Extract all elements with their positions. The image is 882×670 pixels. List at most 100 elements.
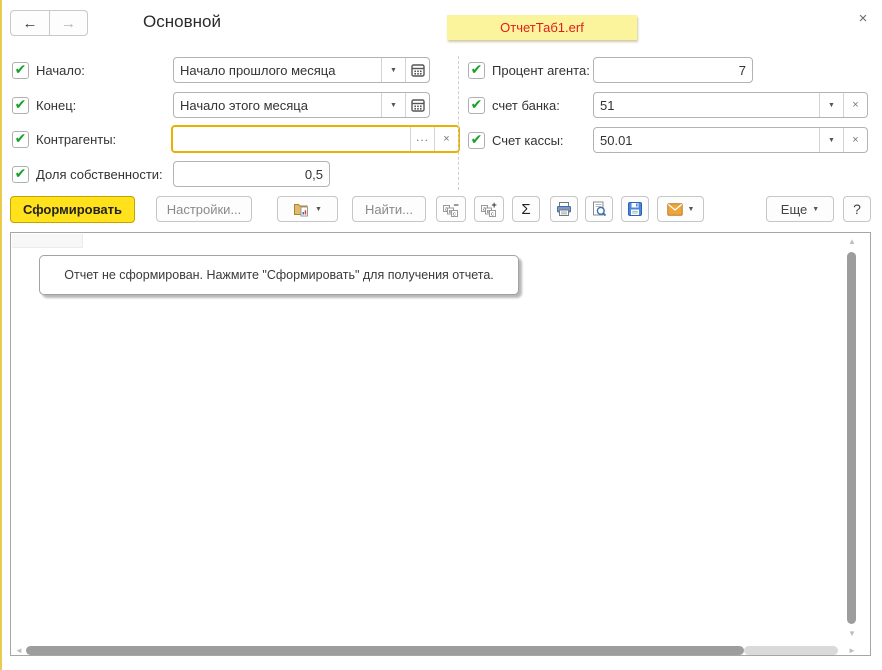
field-agent-percent-label-row: ✔ Процент агента: <box>468 57 590 83</box>
ownership-label: Доля собственности: <box>36 167 163 182</box>
send-email-button[interactable]: ▼ <box>657 196 704 222</box>
preview-button[interactable] <box>585 196 613 222</box>
settings-button[interactable]: Настройки... <box>156 196 252 222</box>
find-button[interactable]: Найти... <box>352 196 426 222</box>
expand-groups-button[interactable]: авс+ <box>474 196 504 222</box>
horizontal-scrollbar-thumb[interactable] <box>26 646 744 655</box>
clear-icon: × <box>852 99 858 111</box>
end-dropdown-button[interactable]: ▼ <box>381 93 405 117</box>
check-icon: ✔ <box>15 97 27 111</box>
save-button[interactable] <box>621 196 649 222</box>
end-label: Конец: <box>36 98 76 113</box>
ownership-input[interactable] <box>174 162 329 186</box>
counterparties-input[interactable] <box>173 127 410 151</box>
end-checkbox[interactable]: ✔ <box>12 97 29 114</box>
cash-account-dropdown-button[interactable]: ▼ <box>819 128 843 152</box>
field-start-label-row: ✔ Начало: <box>12 57 85 83</box>
check-icon: ✔ <box>471 97 483 111</box>
end-period-input[interactable] <box>174 93 381 117</box>
bank-account-dropdown-button[interactable]: ▼ <box>819 93 843 117</box>
chevron-down-icon: ▼ <box>390 67 397 74</box>
agent-percent-label: Процент агента: <box>492 63 590 78</box>
counterparties-checkbox[interactable]: ✔ <box>12 131 29 148</box>
check-icon: ✔ <box>471 132 483 146</box>
report-window: ← → Основной ОтчетТаб1.erf × ✔ Начало: ▼… <box>0 0 882 670</box>
close-icon: × <box>859 10 868 27</box>
field-bank-account-label-row: ✔ счет банка: <box>468 92 560 118</box>
sigma-icon: Σ <box>521 201 530 218</box>
report-empty-message: Отчет не сформирован. Нажмите "Сформиров… <box>39 255 519 295</box>
scroll-down-arrow-icon[interactable]: ▼ <box>848 630 856 638</box>
check-icon: ✔ <box>471 62 483 76</box>
more-label: Еще <box>781 202 807 217</box>
check-icon: ✔ <box>15 166 27 180</box>
scroll-right-arrow-icon[interactable]: ► <box>848 647 856 655</box>
back-button[interactable]: ← <box>10 10 49 36</box>
counterparties-label: Контрагенты: <box>36 132 116 147</box>
vertical-scrollbar-thumb[interactable] <box>847 252 856 624</box>
svg-text:+: + <box>492 201 497 210</box>
ownership-field <box>173 161 330 187</box>
report-empty-message-text: Отчет не сформирован. Нажмите "Сформиров… <box>64 268 494 282</box>
agent-percent-field <box>593 57 753 83</box>
calendar-icon <box>411 63 425 77</box>
spreadsheet-corner-cell <box>12 234 83 248</box>
scroll-up-arrow-icon[interactable]: ▲ <box>848 238 856 246</box>
agent-percent-input[interactable] <box>594 58 752 82</box>
clear-icon: × <box>443 133 449 145</box>
sum-button[interactable]: Σ <box>512 196 540 222</box>
calendar-icon <box>411 98 425 112</box>
cash-account-field: ▼ × <box>593 127 868 153</box>
svg-text:−: − <box>454 201 459 210</box>
window-left-accent <box>0 0 2 670</box>
start-label: Начало: <box>36 63 85 78</box>
cash-account-input[interactable] <box>594 128 819 152</box>
help-button[interactable]: ? <box>843 196 871 222</box>
scroll-left-arrow-icon[interactable]: ◄ <box>15 647 23 655</box>
field-counterparties-label-row: ✔ Контрагенты: <box>12 126 116 152</box>
save-icon <box>627 201 643 217</box>
cash-account-checkbox[interactable]: ✔ <box>468 132 485 149</box>
column-splitter[interactable] <box>458 56 459 190</box>
bank-account-field: ▼ × <box>593 92 868 118</box>
back-arrow-icon: ← <box>23 15 38 32</box>
chevron-down-icon: ▼ <box>315 206 322 213</box>
collapse-groups-button[interactable]: авс− <box>436 196 466 222</box>
ownership-checkbox[interactable]: ✔ <box>12 166 29 183</box>
start-period-input[interactable] <box>174 58 381 82</box>
start-period-field: ▼ <box>173 57 430 83</box>
check-icon: ✔ <box>15 131 27 145</box>
bank-account-label: счет банка: <box>492 98 560 113</box>
forward-button[interactable]: → <box>49 10 88 36</box>
svg-text:с: с <box>491 212 494 218</box>
cash-account-clear-button[interactable]: × <box>843 128 867 152</box>
printer-icon <box>556 201 572 217</box>
field-cash-account-label-row: ✔ Счет кассы: <box>468 127 564 153</box>
start-calendar-button[interactable] <box>405 58 429 82</box>
counterparties-select-button[interactable]: ... <box>410 127 434 151</box>
nav-history-buttons: ← → <box>10 10 88 36</box>
field-ownership-label-row: ✔ Доля собственности: <box>12 161 163 187</box>
print-button[interactable] <box>550 196 578 222</box>
page-title: Основной <box>143 12 221 32</box>
report-spreadsheet-area[interactable]: Отчет не сформирован. Нажмите "Сформиров… <box>10 232 871 656</box>
counterparties-clear-button[interactable]: × <box>434 127 458 151</box>
end-calendar-button[interactable] <box>405 93 429 117</box>
start-checkbox[interactable]: ✔ <box>12 62 29 79</box>
envelope-icon <box>667 203 683 216</box>
bank-account-checkbox[interactable]: ✔ <box>468 97 485 114</box>
chevron-down-icon: ▼ <box>828 137 835 144</box>
generate-button[interactable]: Сформировать <box>10 196 135 223</box>
horizontal-scrollbar-track[interactable] <box>744 646 838 655</box>
start-dropdown-button[interactable]: ▼ <box>381 58 405 82</box>
close-button[interactable]: × <box>853 9 873 29</box>
forward-arrow-icon: → <box>61 15 76 32</box>
more-button[interactable]: Еще ▼ <box>766 196 834 222</box>
clear-icon: × <box>852 134 858 146</box>
bank-account-clear-button[interactable]: × <box>843 93 867 117</box>
bank-account-input[interactable] <box>594 93 819 117</box>
report-variants-button[interactable]: ▼ <box>277 196 338 222</box>
agent-percent-checkbox[interactable]: ✔ <box>468 62 485 79</box>
chevron-down-icon: ▼ <box>390 102 397 109</box>
report-file-tag: ОтчетТаб1.erf <box>447 15 637 40</box>
